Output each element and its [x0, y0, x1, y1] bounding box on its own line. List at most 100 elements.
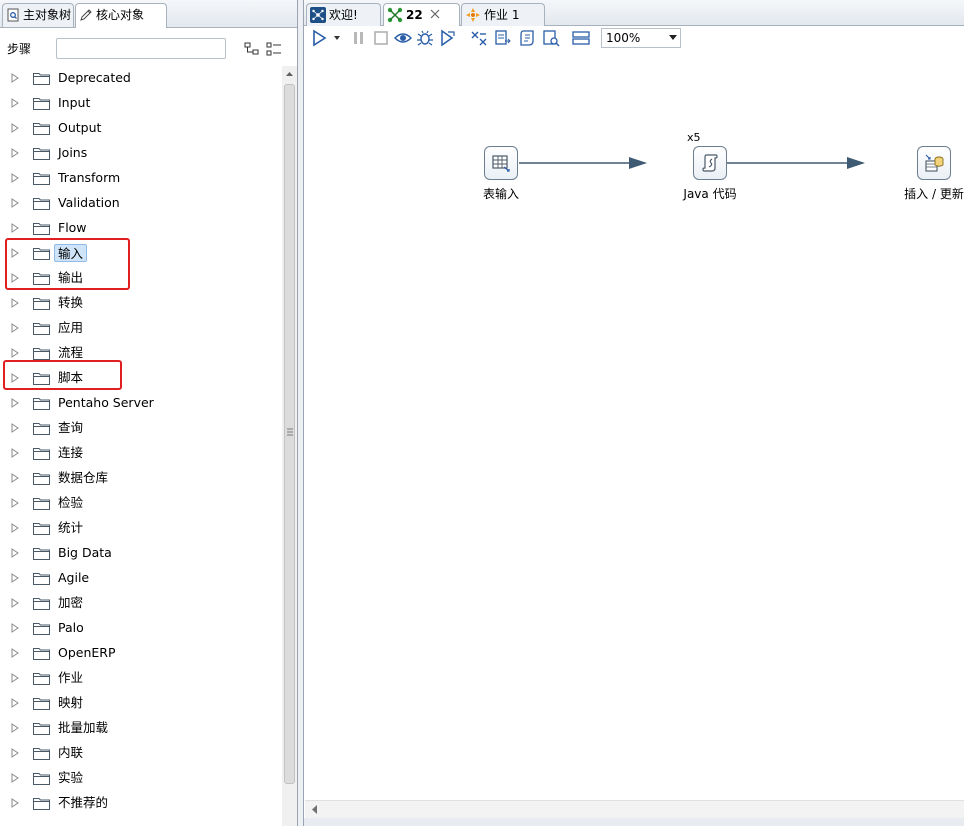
replay-icon[interactable] [438, 29, 456, 47]
tree-item[interactable]: Pentaho Server [0, 391, 282, 416]
run-dropdown-icon[interactable] [332, 29, 342, 47]
transformation-icon [387, 7, 403, 23]
tree-item[interactable]: Output [0, 116, 282, 141]
tree-item[interactable]: Deprecated [0, 66, 282, 91]
expand-arrow-icon[interactable] [11, 198, 19, 208]
tab-main-tree[interactable]: 主对象树 [2, 3, 74, 27]
expand-arrow-icon[interactable] [11, 223, 19, 233]
expand-arrow-icon[interactable] [11, 73, 19, 83]
verify-icon[interactable] [470, 29, 488, 47]
tree-item[interactable]: 查询 [0, 416, 282, 441]
tree-item[interactable]: 检验 [0, 491, 282, 516]
folder-icon [33, 498, 50, 510]
explore-db-icon[interactable] [542, 29, 560, 47]
tree-item-label: Joins [58, 145, 88, 160]
tab-transformation[interactable]: 22 [383, 3, 460, 26]
tree-item[interactable]: 加密 [0, 591, 282, 616]
expand-arrow-icon[interactable] [11, 348, 19, 358]
expand-arrow-icon[interactable] [11, 573, 19, 583]
tree-item[interactable]: 统计 [0, 516, 282, 541]
tab-core-objects[interactable]: 核心对象 [75, 3, 167, 28]
expand-arrow-icon[interactable] [11, 623, 19, 633]
expand-arrow-icon[interactable] [11, 98, 19, 108]
expand-arrow-icon[interactable] [11, 248, 19, 258]
tree-vertical-scrollbar[interactable] [282, 66, 297, 826]
tree-item[interactable]: Palo [0, 616, 282, 641]
tree-item[interactable]: Input [0, 91, 282, 116]
impact-analysis-icon[interactable] [494, 29, 512, 47]
tree-item[interactable]: Big Data [0, 541, 282, 566]
scroll-thumb[interactable] [284, 84, 295, 784]
expand-arrow-icon[interactable] [11, 498, 19, 508]
expand-arrow-icon[interactable] [11, 123, 19, 133]
sql-script-icon[interactable] [518, 29, 536, 47]
table-input-step-icon[interactable] [484, 146, 518, 180]
tree-item[interactable]: Validation [0, 191, 282, 216]
run-icon[interactable] [310, 29, 328, 47]
scroll-up-arrow-icon[interactable] [282, 66, 297, 82]
tab-job[interactable]: 作业 1 [461, 3, 545, 26]
expand-arrow-icon[interactable] [11, 523, 19, 533]
tree-item[interactable]: 映射 [0, 691, 282, 716]
tree-item[interactable]: 流程 [0, 341, 282, 366]
tab-welcome[interactable]: 欢迎! [306, 3, 381, 26]
job-icon [466, 8, 480, 22]
collapse-all-icon[interactable] [266, 41, 282, 57]
expand-arrow-icon[interactable] [11, 698, 19, 708]
expand-arrow-icon[interactable] [11, 173, 19, 183]
pause-icon[interactable] [350, 29, 368, 47]
tree-item[interactable]: 输入 [0, 241, 282, 266]
expand-arrow-icon[interactable] [11, 648, 19, 658]
step-insert-update[interactable]: 插入 / 更新 [854, 146, 964, 216]
tree-item[interactable]: Joins [0, 141, 282, 166]
expand-arrow-icon[interactable] [11, 798, 19, 808]
close-tab-icon[interactable] [429, 8, 441, 20]
expand-all-icon[interactable] [244, 41, 260, 57]
tree-item[interactable]: 脚本 [0, 366, 282, 391]
zoom-select[interactable]: 100% [601, 28, 681, 48]
expand-arrow-icon[interactable] [11, 598, 19, 608]
expand-arrow-icon[interactable] [11, 323, 19, 333]
java-code-step-icon[interactable] [693, 146, 727, 180]
tree-item[interactable]: 应用 [0, 316, 282, 341]
stop-icon[interactable] [372, 29, 390, 47]
canvas-horizontal-scrollbar[interactable] [305, 800, 964, 818]
transformation-toolbar: 100% [304, 26, 964, 50]
expand-arrow-icon[interactable] [11, 398, 19, 408]
preview-eye-icon[interactable] [394, 29, 412, 47]
transformation-canvas[interactable]: 表输入 x5 Java 代码 插入 / 更新 [305, 50, 964, 800]
expand-arrow-icon[interactable] [11, 473, 19, 483]
expand-arrow-icon[interactable] [11, 273, 19, 283]
expand-arrow-icon[interactable] [11, 148, 19, 158]
expand-arrow-icon[interactable] [11, 673, 19, 683]
expand-arrow-icon[interactable] [11, 373, 19, 383]
tree-item[interactable]: 批量加载 [0, 716, 282, 741]
tree-item[interactable]: Transform [0, 166, 282, 191]
show-results-icon[interactable] [572, 29, 590, 47]
expand-arrow-icon[interactable] [11, 748, 19, 758]
debug-bug-icon[interactable] [416, 29, 434, 47]
insert-update-step-icon[interactable] [917, 146, 951, 180]
tree-item[interactable]: 转换 [0, 291, 282, 316]
step-java-code[interactable]: x5 Java 代码 [630, 131, 790, 216]
expand-arrow-icon[interactable] [11, 773, 19, 783]
tree-item[interactable]: 不推荐的 [0, 791, 282, 816]
tree-item[interactable]: OpenERP [0, 641, 282, 666]
tree-item[interactable]: 输出 [0, 266, 282, 291]
step-table-input[interactable]: 表输入 [421, 146, 581, 216]
tree-item[interactable]: 实验 [0, 766, 282, 791]
tree-item[interactable]: 作业 [0, 666, 282, 691]
expand-arrow-icon[interactable] [11, 298, 19, 308]
step-copies-badge: x5 [687, 131, 701, 144]
expand-arrow-icon[interactable] [11, 723, 19, 733]
tree-item[interactable]: 内联 [0, 741, 282, 766]
tree-item[interactable]: Flow [0, 216, 282, 241]
tree-item[interactable]: Agile [0, 566, 282, 591]
expand-arrow-icon[interactable] [11, 423, 19, 433]
steps-search-input[interactable] [56, 38, 226, 59]
tree-item[interactable]: 数据仓库 [0, 466, 282, 491]
expand-arrow-icon[interactable] [11, 548, 19, 558]
expand-arrow-icon[interactable] [11, 448, 19, 458]
scroll-left-arrow-icon[interactable] [311, 805, 319, 814]
tree-item[interactable]: 连接 [0, 441, 282, 466]
